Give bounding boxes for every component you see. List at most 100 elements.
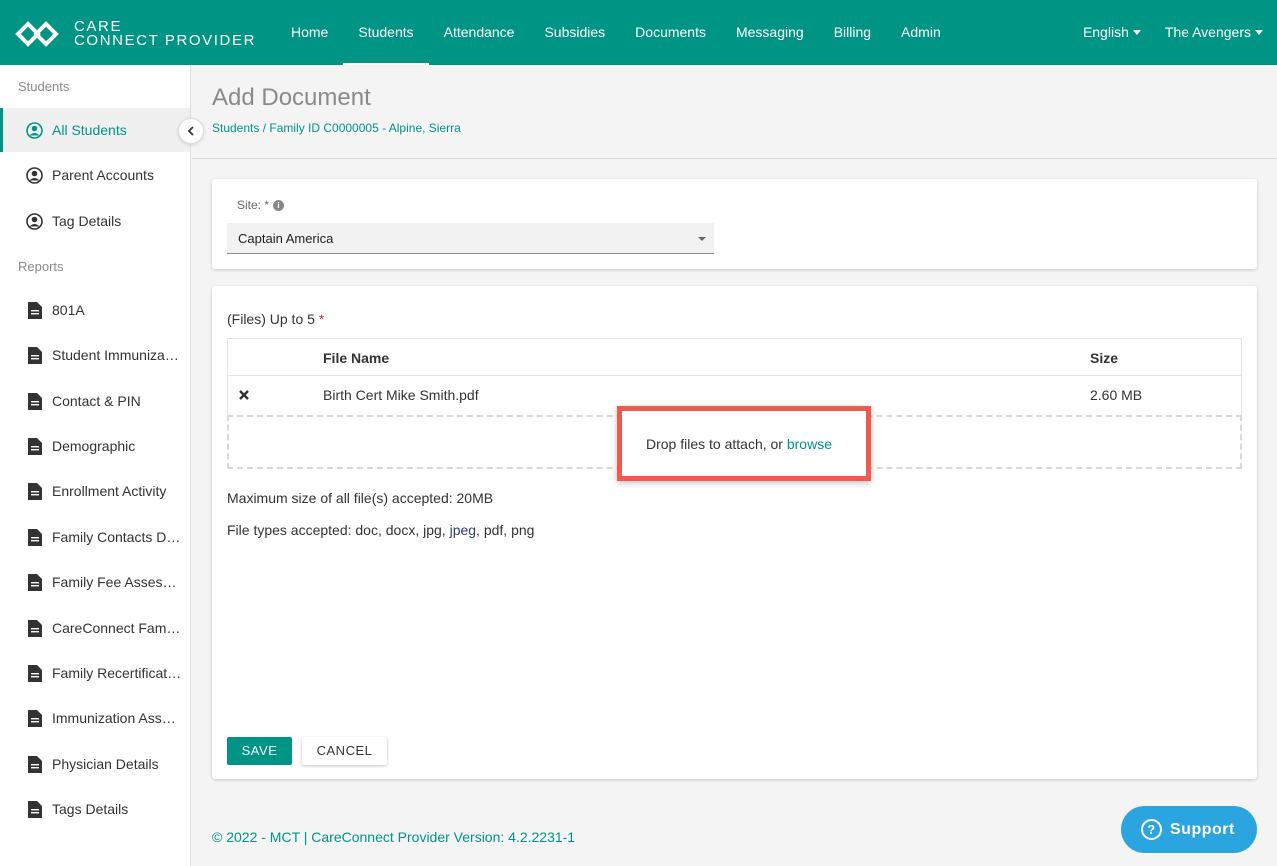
- site-select-value: Captain America: [238, 231, 334, 246]
- file-types-text: File types accepted: doc, docx, jpg, jpe…: [227, 522, 534, 538]
- sidebar-item-label: Parent Accounts: [52, 167, 154, 183]
- logo-text-connect-provider: CONNECT PROVIDER: [74, 32, 257, 49]
- sidebar: Students All Students Parent Accounts Ta…: [0, 65, 191, 866]
- drop-files-highlight: Drop files to attach, or browse: [617, 406, 871, 481]
- sidebar-item-careconnect-family-accounts[interactable]: CareConnect Family Accounts: [0, 606, 190, 650]
- top-navbar: CARE CONNECT PROVIDER Home Students Atte…: [0, 0, 1277, 65]
- main-nav: Home Students Attendance Subsidies Docum…: [276, 0, 956, 65]
- sidebar-item-tag-details[interactable]: Tag Details: [0, 199, 190, 243]
- logo-mark-icon: [15, 21, 59, 47]
- account-dropdown[interactable]: The Avengers: [1155, 0, 1277, 65]
- support-button[interactable]: ? Support: [1121, 806, 1257, 853]
- sidebar-item-label: All Students: [52, 122, 127, 138]
- chevron-left-icon: [187, 126, 194, 136]
- language-dropdown[interactable]: English: [1073, 0, 1155, 65]
- sidebar-item-all-students[interactable]: All Students: [0, 108, 190, 152]
- sidebar-item-label: Tags Details: [52, 801, 129, 817]
- sidebar-item-contact-pin[interactable]: Contact & PIN: [0, 379, 190, 423]
- document-icon: [26, 528, 43, 546]
- document-icon: [26, 437, 43, 455]
- careconnect-logo[interactable]: CARE CONNECT PROVIDER: [14, 18, 254, 50]
- header-divider: [192, 158, 1277, 159]
- column-header-size[interactable]: Size: [1090, 339, 1118, 377]
- sidebar-item-label: 801A: [52, 302, 85, 318]
- sidebar-item-label: Physician Details: [52, 756, 159, 772]
- close-icon[interactable]: [237, 388, 251, 402]
- sidebar-item-family-fee-assessments[interactable]: Family Fee Assessments: [0, 560, 190, 604]
- nav-billing[interactable]: Billing: [819, 0, 886, 65]
- caret-down-icon: [1255, 30, 1263, 35]
- sidebar-item-label: Family Fee Assessments: [52, 574, 182, 590]
- sidebar-item-label: Enrollment Activity: [52, 483, 167, 499]
- caret-down-icon: [1132, 30, 1141, 35]
- files-card: (Files) Up to 5 * File Name Size Birth C…: [212, 286, 1257, 779]
- sidebar-item-parent-accounts[interactable]: Parent Accounts: [0, 153, 190, 197]
- required-mark: *: [318, 311, 325, 327]
- document-icon: [26, 755, 43, 773]
- account-label: The Avengers: [1164, 24, 1251, 40]
- sidebar-item-student-immunizations[interactable]: Student Immunizations: [0, 333, 190, 377]
- info-icon[interactable]: i: [273, 199, 285, 211]
- site-label-text: Site: *: [237, 198, 270, 212]
- files-table-header: File Name Size: [227, 338, 1242, 376]
- drop-files-prompt: Drop files to attach, or browse: [646, 436, 832, 452]
- files-label: (Files) Up to 5 *: [227, 311, 324, 327]
- footer-version: © 2022 - MCT | CareConnect Provider Vers…: [212, 829, 576, 845]
- collapse-sidebar-button[interactable]: [178, 118, 204, 144]
- sidebar-item-label: Family Contacts Details: [52, 529, 182, 545]
- nav-documents[interactable]: Documents: [620, 0, 721, 65]
- sidebar-item-demographic[interactable]: Demographic: [0, 424, 190, 468]
- breadcrumb[interactable]: Students / Family ID C0000005 - Alpine, …: [212, 121, 461, 135]
- site-label: Site: * i: [237, 198, 285, 212]
- max-size-text: Maximum size of all file(s) accepted: 20…: [227, 490, 494, 506]
- support-label: Support: [1170, 820, 1235, 838]
- nav-messaging[interactable]: Messaging: [721, 0, 819, 65]
- sidebar-item-label: Immunization Assessments: [52, 710, 182, 726]
- file-name-cell: Birth Cert Mike Smith.pdf: [323, 387, 479, 403]
- document-icon: [26, 619, 43, 637]
- sidebar-item-enrollment-activity[interactable]: Enrollment Activity: [0, 469, 190, 513]
- nav-students[interactable]: Students: [343, 0, 429, 65]
- sidebar-item-immunization-assessments[interactable]: Immunization Assessments: [0, 696, 190, 740]
- file-types-prefix: File types accepted: doc, docx, jpg,: [227, 522, 446, 538]
- sidebar-heading-reports: Reports: [18, 259, 64, 274]
- sidebar-item-label: CareConnect Family Accounts: [52, 620, 182, 636]
- browse-link[interactable]: browse: [787, 436, 832, 452]
- user-circle-icon: [26, 212, 43, 230]
- caret-down-icon: [698, 237, 706, 241]
- document-icon: [26, 482, 43, 500]
- site-card: Site: * i Captain America: [212, 179, 1257, 269]
- sidebar-item-label: Tag Details: [52, 213, 122, 229]
- sidebar-item-label: Family Recertifications: [52, 665, 182, 681]
- nav-subsidies[interactable]: Subsidies: [529, 0, 620, 65]
- sidebar-item-label: Demographic: [52, 438, 136, 454]
- sidebar-item-family-recertifications[interactable]: Family Recertifications: [0, 651, 190, 695]
- sidebar-item-family-contacts-details[interactable]: Family Contacts Details: [0, 515, 190, 559]
- sidebar-item-physician-details[interactable]: Physician Details: [0, 742, 190, 786]
- nav-home[interactable]: Home: [276, 0, 343, 65]
- sidebar-item-801a[interactable]: 801A: [0, 288, 190, 332]
- nav-admin[interactable]: Admin: [886, 0, 956, 65]
- document-icon: [26, 709, 43, 727]
- user-circle-icon: [26, 121, 43, 139]
- document-icon: [26, 392, 43, 410]
- page-title: Add Document: [212, 84, 371, 111]
- sidebar-heading-students: Students: [18, 79, 70, 94]
- document-icon: [26, 664, 43, 682]
- file-size-cell: 2.60 MB: [1090, 387, 1143, 403]
- document-icon: [26, 800, 43, 818]
- file-types-jpeg: jpeg: [449, 522, 477, 538]
- cancel-button[interactable]: CANCEL: [302, 737, 387, 765]
- save-button[interactable]: SAVE: [227, 737, 292, 765]
- document-icon: [26, 573, 43, 591]
- files-label-text: (Files) Up to 5: [227, 311, 315, 327]
- user-circle-icon: [26, 166, 43, 184]
- file-types-suffix: , pdf, png: [476, 522, 535, 538]
- sidebar-item-tags-details[interactable]: Tags Details: [0, 787, 190, 831]
- document-icon: [26, 346, 43, 364]
- help-circle-icon: ?: [1141, 819, 1162, 840]
- column-header-file-name[interactable]: File Name: [323, 339, 389, 377]
- document-icon: [26, 301, 43, 319]
- nav-attendance[interactable]: Attendance: [429, 0, 530, 65]
- site-select[interactable]: Captain America: [227, 223, 714, 254]
